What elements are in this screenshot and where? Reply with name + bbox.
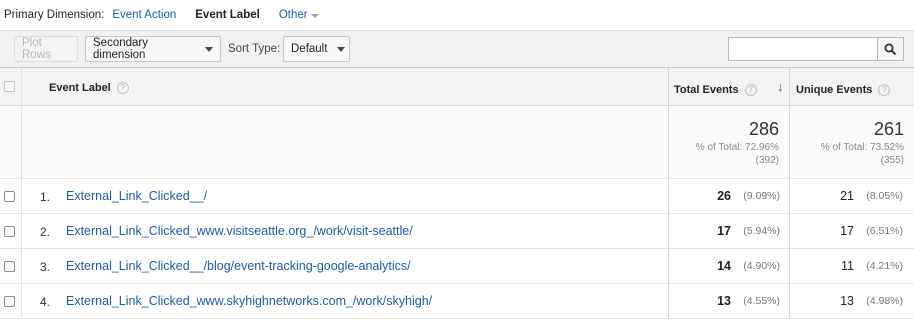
total-events-value: 14 xyxy=(717,259,731,273)
col-header-unique-events[interactable]: Unique Events? xyxy=(796,84,891,97)
search-input[interactable] xyxy=(728,37,878,61)
dimension-other-dropdown[interactable]: Other xyxy=(279,9,319,21)
table-row: 2. External_Link_Clicked_www.visitseattl… xyxy=(0,214,914,249)
unique-events-pct: (6.51%) xyxy=(866,225,903,237)
unique-events-value: 21 xyxy=(840,189,854,203)
row-checkbox[interactable] xyxy=(4,226,15,237)
total-events-pct-of-total: % of Total: 72.96% xyxy=(695,142,779,153)
total-events-sum: 286 xyxy=(748,119,779,139)
chevron-down-icon xyxy=(337,46,346,52)
row-checkbox[interactable] xyxy=(4,296,15,307)
row-index: 2. xyxy=(40,225,51,239)
table-header-row: Event Label? Total Events? ↓ Unique Even… xyxy=(0,67,914,106)
primary-dimension-label: Primary Dimension: xyxy=(4,9,105,21)
total-events-grand-total: (392) xyxy=(755,155,779,166)
row-index: 4. xyxy=(40,295,51,309)
unique-events-pct: (4.21%) xyxy=(866,260,903,272)
secondary-dimension-dropdown[interactable]: Secondary dimension xyxy=(85,36,221,62)
dimension-option-event-action[interactable]: Event Action xyxy=(112,9,176,21)
table-row: 4. External_Link_Clicked_www.skyhighnetw… xyxy=(0,284,914,319)
event-label-link[interactable]: External_Link_Clicked_www.visitseattle.o… xyxy=(66,224,413,238)
help-icon[interactable]: ? xyxy=(116,82,129,95)
unique-events-grand-total: (355) xyxy=(880,155,904,166)
unique-events-value: 11 xyxy=(841,259,854,273)
table-toolbar: Plot Rows Secondary dimension Sort Type:… xyxy=(0,30,914,67)
row-checkbox[interactable] xyxy=(4,261,15,272)
secondary-dimension-label: Secondary dimension xyxy=(93,37,148,61)
total-events-pct: (9.09%) xyxy=(743,190,780,202)
help-icon[interactable]: ? xyxy=(878,84,891,97)
total-events-value: 13 xyxy=(717,294,731,308)
select-all-checkbox[interactable] xyxy=(4,81,15,92)
plot-rows-button[interactable]: Plot Rows xyxy=(14,36,78,62)
sort-type-label: Sort Type: xyxy=(228,43,281,55)
chevron-down-icon xyxy=(310,13,319,18)
search-icon xyxy=(884,43,897,55)
event-label-link[interactable]: External_Link_Clicked_www.skyhighnetwork… xyxy=(66,294,432,308)
col-header-event-label[interactable]: Event Label? xyxy=(49,82,129,95)
sort-type-value: Default xyxy=(291,43,328,55)
table-row: 1. External_Link_Clicked__/ 26 (9.09%) 2… xyxy=(0,179,914,214)
total-events-value: 17 xyxy=(717,224,731,238)
unique-events-pct-of-total: % of Total: 73.52% xyxy=(820,142,904,153)
unique-events-pct: (4.98%) xyxy=(866,295,903,307)
total-events-value: 26 xyxy=(717,189,731,203)
unique-events-value: 17 xyxy=(840,224,854,238)
search-button[interactable] xyxy=(877,37,904,61)
dimension-other-label: Other xyxy=(278,9,308,21)
primary-dimension-bar: Primary Dimension: Event Action Event La… xyxy=(0,0,914,30)
row-index: 1. xyxy=(40,190,51,204)
event-label-link[interactable]: External_Link_Clicked__/blog/event-track… xyxy=(66,259,411,273)
sort-type-dropdown[interactable]: Default xyxy=(283,36,350,62)
dimension-option-event-label[interactable]: Event Label xyxy=(195,9,260,21)
totals-row: 286 % of Total: 72.96% (392) 261 % of To… xyxy=(0,106,914,179)
sort-descending-icon[interactable]: ↓ xyxy=(777,79,784,94)
table-row: 3. External_Link_Clicked__/blog/event-tr… xyxy=(0,249,914,284)
event-label-link[interactable]: External_Link_Clicked__/ xyxy=(66,189,207,203)
unique-events-sum: 261 xyxy=(873,119,904,139)
chevron-down-icon xyxy=(205,46,213,52)
row-index: 3. xyxy=(40,260,51,274)
total-events-pct: (4.90%) xyxy=(743,260,780,272)
total-events-pct: (4.55%) xyxy=(743,295,780,307)
row-checkbox[interactable] xyxy=(4,191,15,202)
unique-events-pct: (8.05%) xyxy=(866,190,903,202)
total-events-pct: (5.94%) xyxy=(743,225,780,237)
col-header-total-events[interactable]: Total Events? xyxy=(674,84,757,97)
plot-rows-label: Plot Rows xyxy=(22,37,51,61)
unique-events-value: 13 xyxy=(840,294,854,308)
help-icon[interactable]: ? xyxy=(744,84,757,97)
